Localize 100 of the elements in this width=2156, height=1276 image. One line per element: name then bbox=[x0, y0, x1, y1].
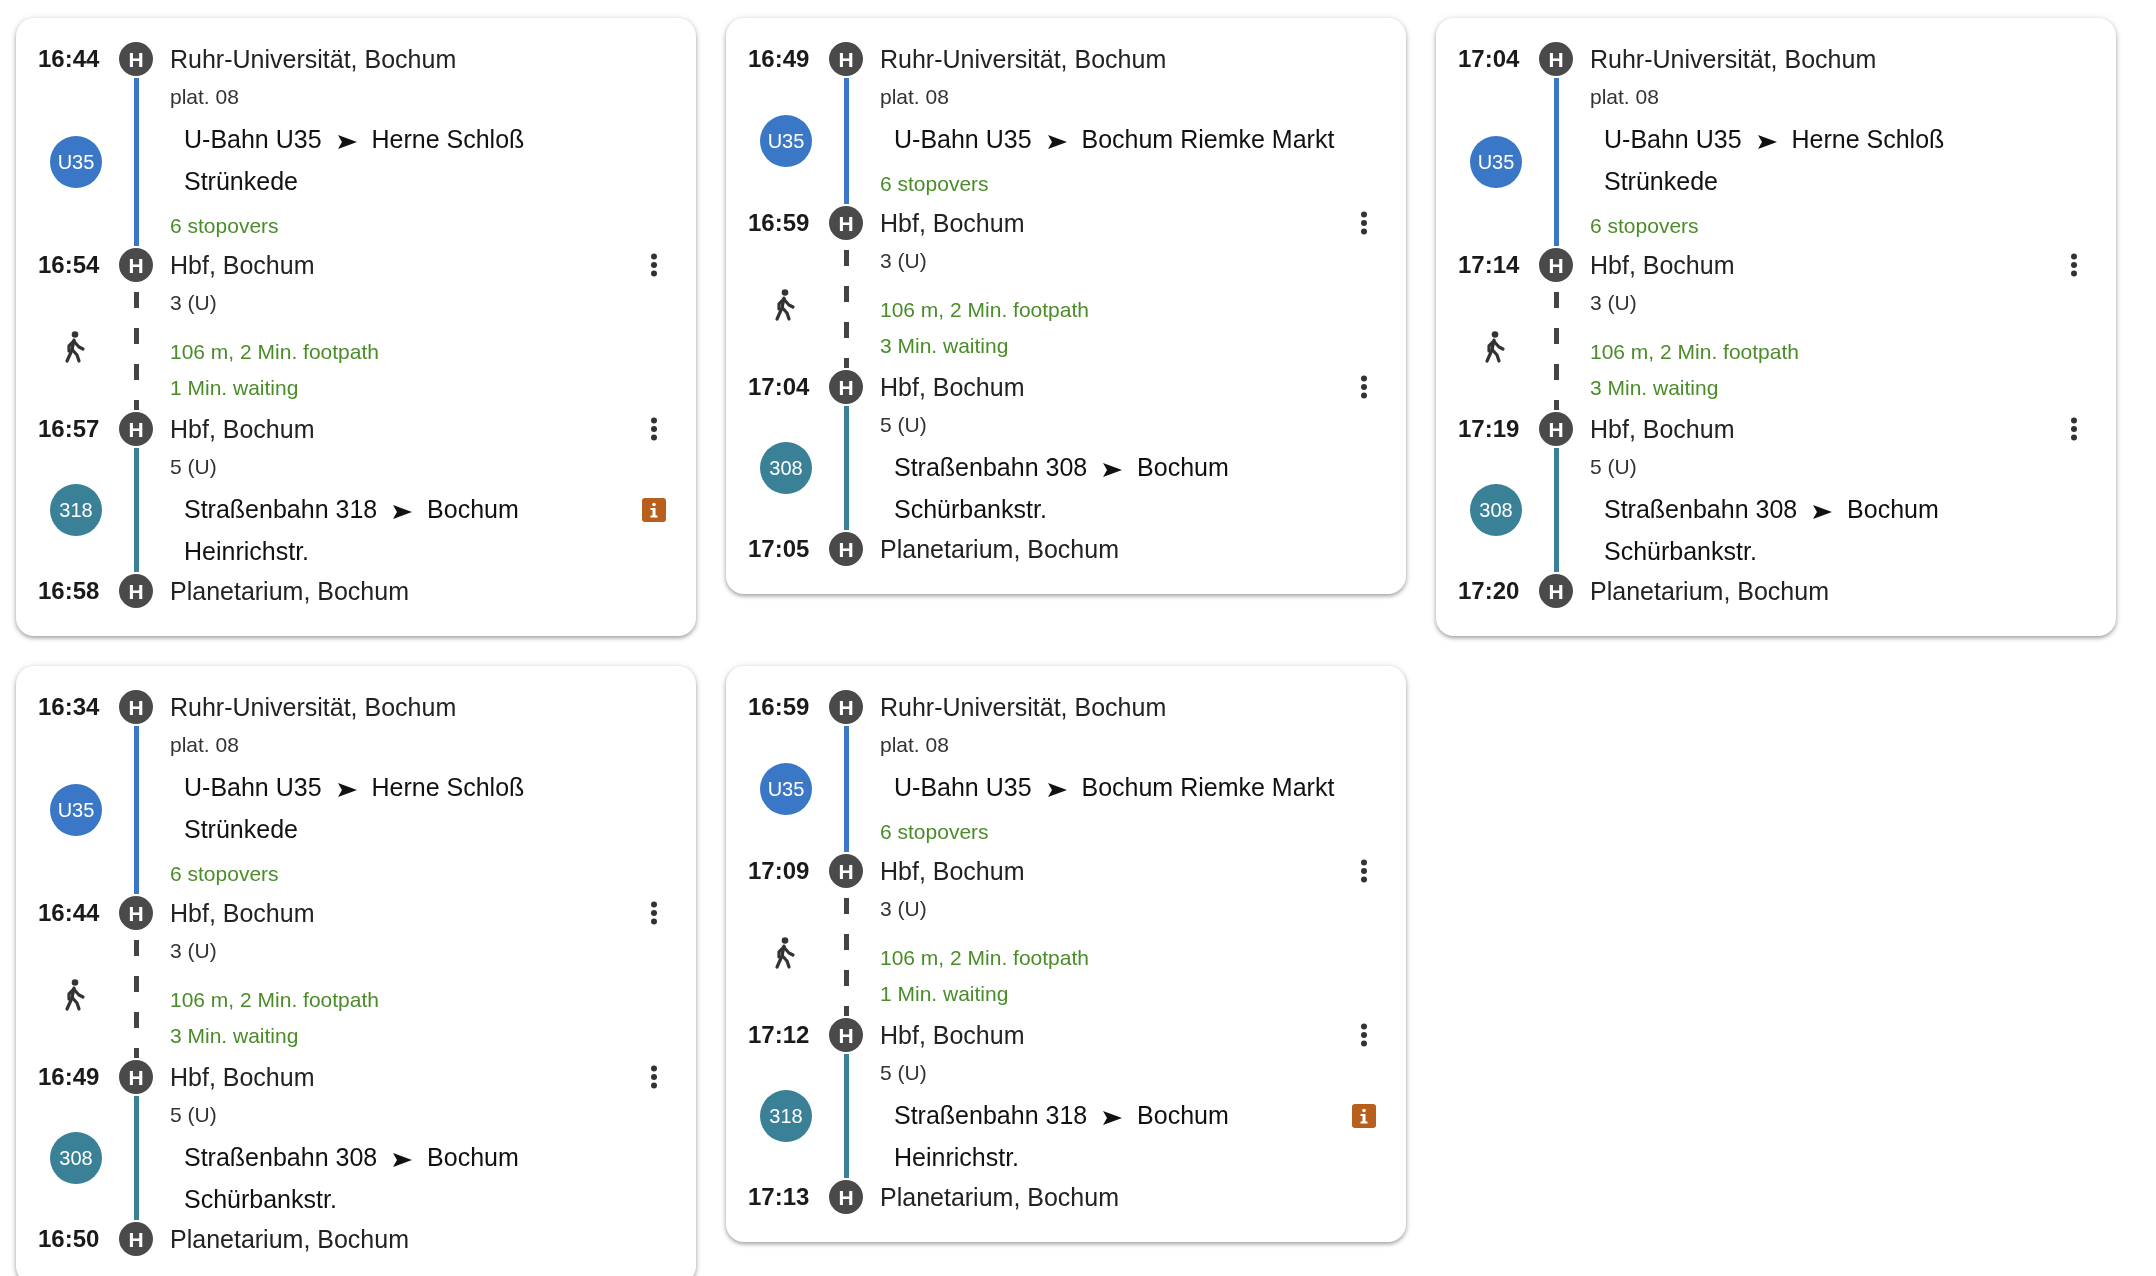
departure-time: 16:34 bbox=[38, 693, 101, 721]
platform-label: 3 (U) bbox=[880, 248, 927, 274]
arrow-icon bbox=[336, 135, 357, 149]
more-icon[interactable] bbox=[650, 1065, 658, 1089]
stop-name: Hbf, Bochum bbox=[169, 414, 316, 444]
stop-name: Planetarium, Bochum bbox=[879, 1182, 1120, 1212]
stop-marker: H bbox=[119, 690, 153, 724]
line-direction: U-Bahn U35 Herne Schloß Strünkede bbox=[183, 124, 526, 197]
line-badge: U35 bbox=[760, 115, 812, 167]
departure-time: 16:57 bbox=[38, 415, 101, 443]
footpath-info: 106 m, 2 Min. footpath bbox=[880, 297, 1089, 323]
stop-name: Planetarium, Bochum bbox=[1589, 576, 1830, 606]
stop-name: Hbf, Bochum bbox=[879, 1020, 1026, 1050]
stopovers-link[interactable]: 6 stopovers bbox=[170, 206, 279, 246]
line-badge: 308 bbox=[50, 1132, 102, 1184]
platform-label: 5 (U) bbox=[880, 1060, 927, 1086]
info-icon[interactable] bbox=[642, 498, 666, 522]
platform-label: 3 (U) bbox=[1590, 290, 1637, 316]
arrow-icon bbox=[1812, 505, 1833, 519]
departure-time: 17:13 bbox=[748, 1183, 811, 1211]
more-icon[interactable] bbox=[2070, 417, 2078, 441]
departure-time: 17:04 bbox=[1458, 45, 1521, 73]
more-icon[interactable] bbox=[1360, 1023, 1368, 1047]
stop-marker: H bbox=[119, 42, 153, 76]
departure-time: 16:59 bbox=[748, 693, 811, 721]
stop-name: Hbf, Bochum bbox=[169, 250, 316, 280]
stop-name: Ruhr-Universität, Bochum bbox=[1589, 44, 1878, 74]
departure-time: 16:44 bbox=[38, 45, 101, 73]
line-badge: U35 bbox=[1470, 136, 1522, 188]
info-icon[interactable] bbox=[1352, 1104, 1376, 1128]
line-badge: 318 bbox=[50, 484, 102, 536]
more-icon[interactable] bbox=[650, 253, 658, 277]
departure-time: 17:09 bbox=[748, 857, 811, 885]
stop-name: Planetarium, Bochum bbox=[169, 576, 410, 606]
stop-name: Ruhr-Universität, Bochum bbox=[169, 692, 458, 722]
departure-time: 17:12 bbox=[748, 1021, 811, 1049]
departure-time: 17:05 bbox=[748, 535, 811, 563]
stop-name: Hbf, Bochum bbox=[879, 208, 1026, 238]
stop-name: Ruhr-Universität, Bochum bbox=[879, 44, 1168, 74]
more-icon[interactable] bbox=[2070, 253, 2078, 277]
line-badge: U35 bbox=[50, 784, 102, 836]
stop-name: Hbf, Bochum bbox=[169, 1062, 316, 1092]
stopovers-link[interactable]: 6 stopovers bbox=[170, 854, 279, 894]
stop-marker: H bbox=[829, 206, 863, 240]
stop-marker: H bbox=[829, 42, 863, 76]
line-direction: U-Bahn U35 Herne Schloß Strünkede bbox=[1603, 124, 1946, 197]
platform-label: 5 (U) bbox=[170, 1102, 217, 1128]
line-direction: Straßenbahn 308 Bochum Schürbankstr. bbox=[1603, 494, 1940, 567]
departure-time: 17:04 bbox=[748, 373, 811, 401]
stop-name: Planetarium, Bochum bbox=[879, 534, 1120, 564]
departure-time: 16:58 bbox=[38, 577, 101, 605]
more-icon[interactable] bbox=[650, 417, 658, 441]
waiting-time: 1 Min. waiting bbox=[880, 981, 1009, 1007]
stopovers-link[interactable]: 6 stopovers bbox=[880, 164, 989, 204]
more-icon[interactable] bbox=[1360, 859, 1368, 883]
line-direction: Straßenbahn 318 Bochum Heinrichstr. bbox=[893, 1100, 1230, 1173]
waiting-time: 3 Min. waiting bbox=[170, 1023, 299, 1049]
footpath-info: 106 m, 2 Min. footpath bbox=[170, 339, 379, 365]
more-icon[interactable] bbox=[1360, 375, 1368, 399]
line-badge: 318 bbox=[760, 1090, 812, 1142]
stop-marker: H bbox=[119, 412, 153, 446]
stop-name: Ruhr-Universität, Bochum bbox=[169, 44, 458, 74]
stop-name: Hbf, Bochum bbox=[1589, 414, 1736, 444]
stop-marker: H bbox=[829, 370, 863, 404]
stop-name: Hbf, Bochum bbox=[879, 856, 1026, 886]
stop-marker: H bbox=[829, 854, 863, 888]
platform-label: 3 (U) bbox=[880, 896, 927, 922]
departure-time: 16:50 bbox=[38, 1225, 101, 1253]
stop-marker: H bbox=[1539, 42, 1573, 76]
stopovers-link[interactable]: 6 stopovers bbox=[1590, 206, 1699, 246]
stop-name: Hbf, Bochum bbox=[1589, 250, 1736, 280]
stop-marker: H bbox=[119, 1060, 153, 1094]
platform-label: 5 (U) bbox=[170, 454, 217, 480]
line-direction: Straßenbahn 318 Bochum Heinrichstr. bbox=[183, 494, 520, 567]
line-direction: U-Bahn U35 Bochum Riemke Markt bbox=[893, 772, 1335, 803]
footpath-info: 106 m, 2 Min. footpath bbox=[1590, 339, 1799, 365]
line-badge: U35 bbox=[50, 136, 102, 188]
arrow-icon bbox=[392, 1153, 413, 1167]
stop-marker: H bbox=[1539, 574, 1573, 608]
platform-label: plat. 08 bbox=[880, 732, 949, 758]
departure-time: 16:49 bbox=[748, 45, 811, 73]
stop-marker: H bbox=[119, 574, 153, 608]
platform-label: 3 (U) bbox=[170, 938, 217, 964]
line-badge: 308 bbox=[760, 442, 812, 494]
platform-label: plat. 08 bbox=[1590, 84, 1659, 110]
stop-marker: H bbox=[1539, 248, 1573, 282]
platform-label: 3 (U) bbox=[170, 290, 217, 316]
footpath-info: 106 m, 2 Min. footpath bbox=[880, 945, 1089, 971]
walking-person-icon bbox=[64, 330, 88, 364]
stopovers-link[interactable]: 6 stopovers bbox=[880, 812, 989, 852]
more-icon[interactable] bbox=[650, 901, 658, 925]
line-badge: 308 bbox=[1470, 484, 1522, 536]
line-direction: Straßenbahn 308 Bochum Schürbankstr. bbox=[893, 452, 1230, 525]
arrow-icon bbox=[1756, 135, 1777, 149]
departure-time: 17:19 bbox=[1458, 415, 1521, 443]
platform-label: plat. 08 bbox=[170, 732, 239, 758]
arrow-icon bbox=[1046, 783, 1067, 797]
arrow-icon bbox=[392, 505, 413, 519]
stop-marker: H bbox=[829, 532, 863, 566]
more-icon[interactable] bbox=[1360, 211, 1368, 235]
